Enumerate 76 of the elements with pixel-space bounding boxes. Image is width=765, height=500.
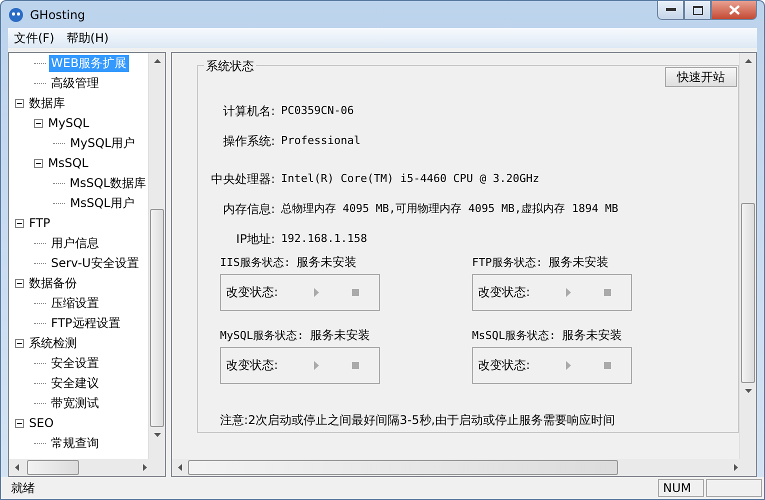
vertical-scrollbar[interactable]	[739, 53, 756, 459]
tree-item[interactable]: 安全设置	[49, 354, 101, 372]
control-label: 改变状态:	[478, 357, 530, 374]
field-value: 192.168.1.158	[281, 231, 368, 247]
tree-item[interactable]: 压缩设置	[49, 294, 101, 312]
tree-item[interactable]: 用户信息	[49, 234, 101, 252]
tree-item[interactable]: FTP	[27, 216, 52, 230]
control-label: 改变状态:	[226, 284, 278, 301]
note-text: 注意:2次启动或停止之间最好间隔3-5秒,由于启动或停止服务需要响应时间	[220, 412, 616, 429]
close-icon	[728, 5, 740, 15]
horizontal-scrollbar[interactable]	[9, 459, 165, 476]
tree-item[interactable]: 带宽测试	[49, 394, 101, 412]
minimize-icon	[666, 8, 676, 12]
service-label: MySQL服务状态:	[220, 328, 304, 342]
service-label: IIS服务状态:	[220, 254, 290, 270]
field-label: 操作系统:	[222, 133, 275, 150]
tree-item[interactable]: 数据备份	[27, 274, 79, 292]
scroll-right-icon[interactable]	[734, 464, 738, 471]
collapse-toggle-icon[interactable]	[34, 118, 43, 128]
app-icon	[8, 6, 24, 22]
field-label: 内存信息:	[222, 201, 275, 218]
tree-item[interactable]: Serv-U安全设置	[49, 254, 141, 272]
scroll-up-icon[interactable]	[744, 59, 752, 63]
service-status: 服务未安装	[548, 254, 608, 270]
close-button[interactable]	[711, 1, 757, 20]
collapse-toggle-icon[interactable]	[15, 338, 24, 348]
service-status: 服务未安装	[562, 326, 622, 344]
maximize-button[interactable]	[684, 1, 711, 20]
tree-item[interactable]: MsSQL用户	[68, 194, 136, 212]
status-bar-panel	[706, 479, 762, 497]
field-value: Professional	[281, 133, 362, 149]
tree-item[interactable]: 常规查询	[49, 434, 101, 452]
status-text: 就绪	[10, 480, 36, 496]
tree-item[interactable]: MsSQL数据库	[68, 174, 148, 192]
scroll-up-icon[interactable]	[154, 59, 160, 63]
collapse-toggle-icon[interactable]	[15, 98, 24, 108]
scroll-right-icon[interactable]	[143, 464, 147, 471]
field-value: 总物理内存 4095 MB,可用物理内存 4095 MB,虚拟内存 1894 MB	[281, 201, 620, 217]
vertical-scrollbar[interactable]	[148, 53, 165, 459]
collapse-toggle-icon[interactable]	[15, 418, 24, 428]
service-status: 服务未安装	[296, 254, 356, 270]
tree-item[interactable]: 安全建议	[49, 374, 101, 392]
field-label: 计算机名:	[222, 103, 275, 120]
tree-item[interactable]: MySQL用户	[68, 134, 138, 152]
tree-item[interactable]: SEO	[27, 416, 56, 430]
tree-item[interactable]: 系统检测	[27, 334, 79, 352]
scroll-left-icon[interactable]	[15, 464, 19, 471]
tree-item[interactable]: 高级管理	[49, 74, 101, 92]
collapse-toggle-icon[interactable]	[15, 278, 24, 288]
collapse-toggle-icon[interactable]	[15, 218, 24, 228]
quick-start-button[interactable]: 快速开站	[665, 67, 737, 87]
field-label: IP地址:	[235, 231, 275, 248]
menu-item[interactable]: 文件(F)	[14, 30, 54, 46]
tree-item[interactable]: MySQL	[46, 116, 92, 130]
field-label: 中央处理器:	[210, 171, 275, 188]
scroll-left-icon[interactable]	[178, 464, 182, 471]
control-label: 改变状态:	[226, 357, 278, 374]
service-label: MsSQL服务状态:	[472, 328, 556, 342]
field-value: PC0359CN-06	[281, 103, 355, 119]
control-label: 改变状态:	[478, 284, 530, 301]
horizontal-scrollbar[interactable]	[172, 459, 756, 476]
menu-item[interactable]: 帮助(H)	[66, 30, 109, 46]
tree-item[interactable]: MsSQL	[46, 156, 90, 170]
num-lock-indicator: NUM	[658, 479, 704, 497]
minimize-button[interactable]	[657, 1, 684, 20]
service-status: 服务未安装	[310, 326, 370, 344]
collapse-toggle-icon[interactable]	[34, 158, 43, 168]
scroll-down-icon[interactable]	[744, 389, 752, 393]
scroll-down-icon[interactable]	[154, 433, 160, 437]
service-label: FTP服务状态:	[472, 254, 542, 270]
maximize-icon	[692, 6, 702, 14]
field-value: Intel(R) Core(TM) i5-4460 CPU @ 3.20GHz	[281, 171, 540, 187]
window-title: GHosting	[30, 8, 86, 22]
group-title: 系统状态	[204, 58, 256, 75]
tree-item[interactable]: 数据库	[27, 94, 67, 112]
tree-item[interactable]: FTP远程设置	[49, 314, 122, 332]
